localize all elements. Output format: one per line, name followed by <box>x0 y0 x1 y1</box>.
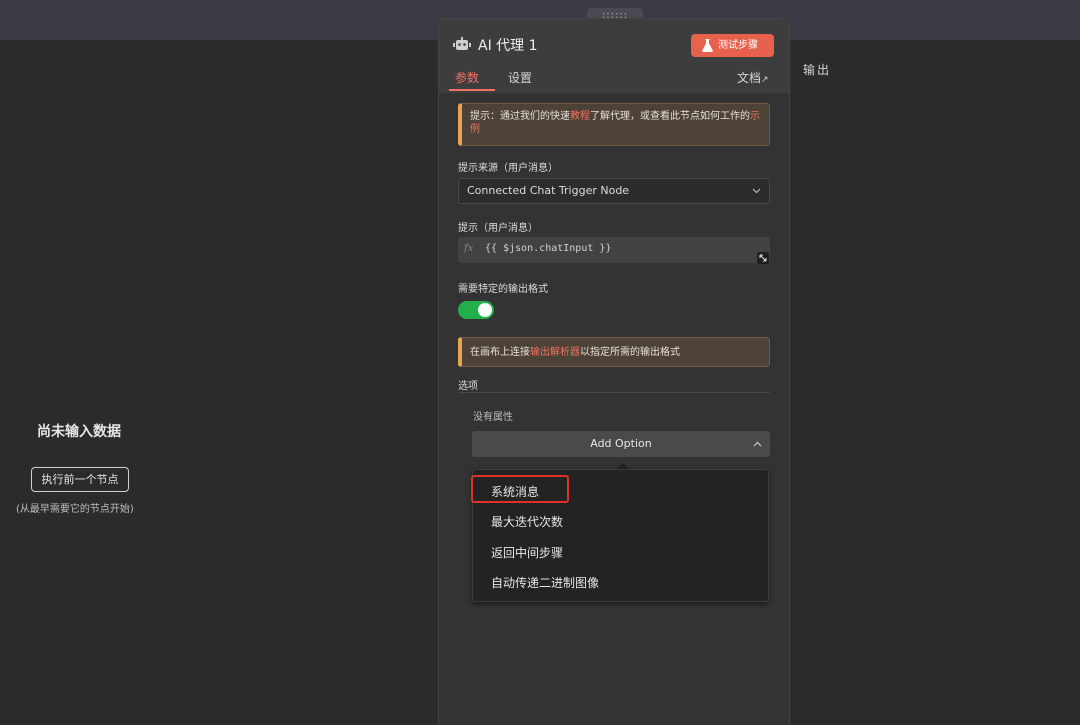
panel-header: AI 代理 1 测试步骤 参数 设置 文档↗ <box>439 19 789 91</box>
prompt-expression-value: {{ $json.chatInput }} <box>485 243 612 254</box>
execute-previous-hint: (从最早需要它的节点开始) <box>16 504 134 515</box>
prompt-label: 提示（用户消息） <box>458 223 538 234</box>
test-step-button[interactable]: 测试步骤 <box>691 34 774 57</box>
chevron-up-icon <box>753 441 762 447</box>
external-link-icon: ↗ <box>761 75 769 85</box>
parameters-body: 提示：通过我们的快速教程了解代理，或查看此节点如何工作的示例 提示来源（用户消息… <box>439 93 789 725</box>
output-parser-notice: 在画布上连接输出解析器以指定所需的输出格式 <box>458 337 770 367</box>
input-pane <box>0 40 440 725</box>
output-pane <box>788 40 1080 725</box>
output-format-toggle[interactable] <box>458 301 494 319</box>
prompt-expression-input[interactable]: fx {{ $json.chatInput }} <box>458 237 770 264</box>
chevron-down-icon <box>752 188 761 194</box>
node-title[interactable]: AI 代理 1 <box>478 35 538 55</box>
prompt-source-value: Connected Chat Trigger Node <box>467 184 630 197</box>
fx-icon: fx <box>464 243 474 254</box>
node-settings-panel: AI 代理 1 测试步骤 参数 设置 文档↗ 提示：通过我们的快速教程了解代理，… <box>439 19 789 725</box>
no-properties-text: 没有属性 <box>473 412 513 423</box>
tab-settings[interactable]: 设置 <box>508 69 532 86</box>
option-return-intermediate-steps[interactable]: 返回中间步骤 <box>491 544 563 561</box>
prompt-source-select[interactable]: Connected Chat Trigger Node <box>458 178 770 204</box>
no-input-title: 尚未输入数据 <box>37 424 121 440</box>
expand-icon[interactable] <box>757 252 769 264</box>
toggle-knob <box>478 303 492 317</box>
flask-icon <box>702 39 713 52</box>
notice2-prefix: 在画布上连接 <box>470 347 530 358</box>
add-option-label: Add Option <box>590 437 652 450</box>
option-system-message[interactable]: 系统消息 <box>491 483 539 500</box>
active-tab-underline <box>449 89 495 91</box>
options-divider <box>458 392 770 393</box>
docs-link[interactable]: 文档↗ <box>737 69 769 86</box>
output-parser-link[interactable]: 输出解析器 <box>530 347 580 358</box>
add-option-dropdown: 系统消息 最大迭代次数 返回中间步骤 自动传递二进制图像 <box>471 469 769 602</box>
notice-text-prefix: 提示：通过我们的快速 <box>470 111 570 122</box>
options-label: 选项 <box>458 381 478 392</box>
output-format-label: 需要特定的输出格式 <box>458 284 548 295</box>
tutorial-link[interactable]: 教程 <box>570 111 590 122</box>
docs-label: 文档 <box>737 71 762 85</box>
add-option-button[interactable]: Add Option <box>472 431 770 457</box>
prompt-source-label: 提示来源（用户消息） <box>458 163 558 174</box>
option-pass-binary-images[interactable]: 自动传递二进制图像 <box>491 574 599 591</box>
tab-parameters[interactable]: 参数 <box>455 69 479 86</box>
notice-text-middle: 了解代理，或查看此节点如何工作的 <box>590 111 750 122</box>
tutorial-notice: 提示：通过我们的快速教程了解代理，或查看此节点如何工作的示例 <box>458 103 770 146</box>
output-label: 输出 <box>803 63 832 77</box>
test-step-label: 测试步骤 <box>718 40 758 51</box>
robot-icon <box>453 37 471 50</box>
notice2-suffix: 以指定所需的输出格式 <box>580 347 680 358</box>
option-max-iterations[interactable]: 最大迭代次数 <box>491 513 563 530</box>
execute-previous-node-button[interactable]: 执行前一个节点 <box>31 467 129 492</box>
